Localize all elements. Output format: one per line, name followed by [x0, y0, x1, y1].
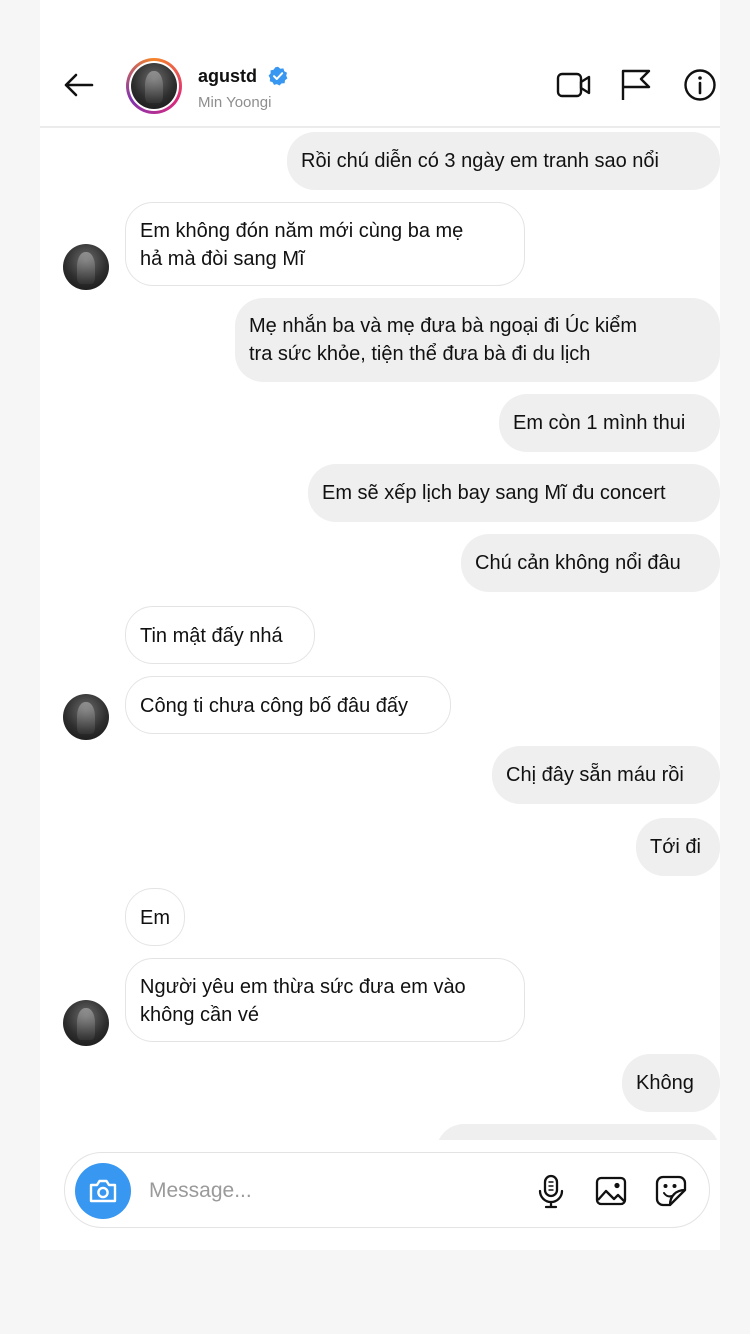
- dm-screen: agustd Min Yoongi Rồi chú diễn có 3 ngày…: [40, 0, 720, 1250]
- message-bubble[interactable]: Chị đây sẵn máu rồi: [492, 746, 720, 804]
- image-icon[interactable]: [593, 1173, 629, 1209]
- real-name: Min Yoongi: [198, 94, 272, 111]
- message-bubble[interactable]: Tới đi: [636, 818, 720, 876]
- camera-icon[interactable]: [75, 1163, 131, 1219]
- verified-badge-icon: [268, 66, 288, 86]
- sticker-icon[interactable]: [653, 1173, 689, 1209]
- message-bubble[interactable]: Rồi chú diễn có 3 ngày em tranh sao nổi: [287, 132, 720, 190]
- message-composer: [64, 1152, 710, 1228]
- flag-icon[interactable]: [618, 68, 654, 102]
- contact-avatar[interactable]: [63, 1000, 109, 1046]
- back-arrow-icon[interactable]: [62, 70, 96, 100]
- message-bubble-partial[interactable]: [436, 1124, 720, 1140]
- info-icon[interactable]: [682, 68, 718, 102]
- message-bubble[interactable]: Công ti chưa công bố đâu đấy: [125, 676, 451, 734]
- video-call-icon[interactable]: [556, 68, 592, 102]
- message-bubble[interactable]: Mẹ nhắn ba và mẹ đưa bà ngoại đi Úc kiểm…: [235, 298, 720, 382]
- chat-header: agustd Min Yoongi: [40, 40, 720, 128]
- message-bubble[interactable]: Tin mật đấy nhá: [125, 606, 315, 664]
- message-bubble[interactable]: Chú cản không nổi đâu: [461, 534, 720, 592]
- message-thread[interactable]: Rồi chú diễn có 3 ngày em tranh sao nổi …: [40, 128, 720, 1140]
- message-bubble[interactable]: Em sẽ xếp lịch bay sang Mĩ đu concert: [308, 464, 720, 522]
- message-bubble[interactable]: Người yêu em thừa sức đưa em vào không c…: [125, 958, 525, 1042]
- message-bubble[interactable]: Em không đón năm mới cùng ba mẹ hả mà đò…: [125, 202, 525, 286]
- message-bubble[interactable]: Em: [125, 888, 185, 946]
- username[interactable]: agustd: [198, 66, 257, 87]
- microphone-icon[interactable]: [533, 1173, 569, 1209]
- contact-avatar[interactable]: [63, 694, 109, 740]
- message-bubble[interactable]: Em còn 1 mình thui: [499, 394, 720, 452]
- contact-avatar[interactable]: [63, 244, 109, 290]
- profile-avatar[interactable]: [126, 58, 182, 114]
- message-bubble[interactable]: Không: [622, 1054, 720, 1112]
- message-input[interactable]: [147, 1173, 451, 1209]
